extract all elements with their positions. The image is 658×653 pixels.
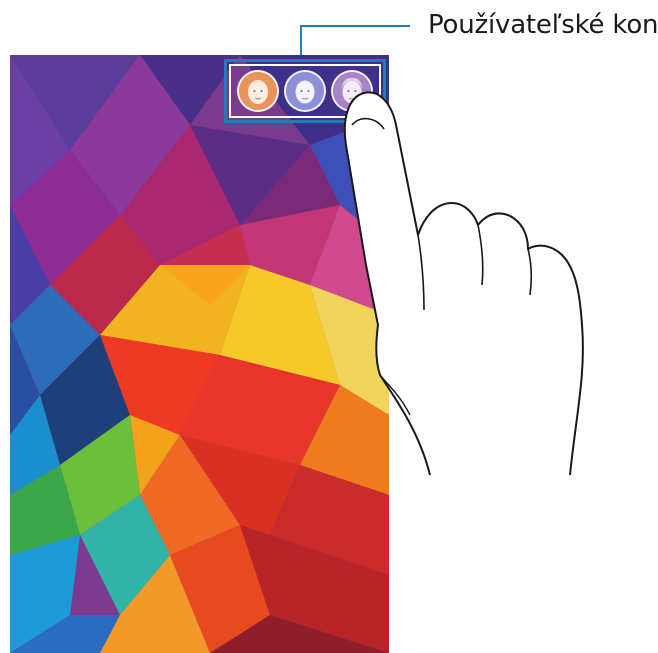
person-icon xyxy=(239,72,278,110)
callout-line-vertical xyxy=(300,25,302,58)
wallpaper xyxy=(10,55,389,653)
user-avatar-1[interactable] xyxy=(237,70,280,112)
pointing-hand-icon xyxy=(343,91,584,476)
user-avatar-2[interactable] xyxy=(283,70,326,112)
callout-label: Používateľské kontá xyxy=(428,10,658,40)
person-icon xyxy=(285,72,324,110)
callout-line-horizontal xyxy=(300,25,410,27)
lock-screen[interactable] xyxy=(10,55,389,653)
